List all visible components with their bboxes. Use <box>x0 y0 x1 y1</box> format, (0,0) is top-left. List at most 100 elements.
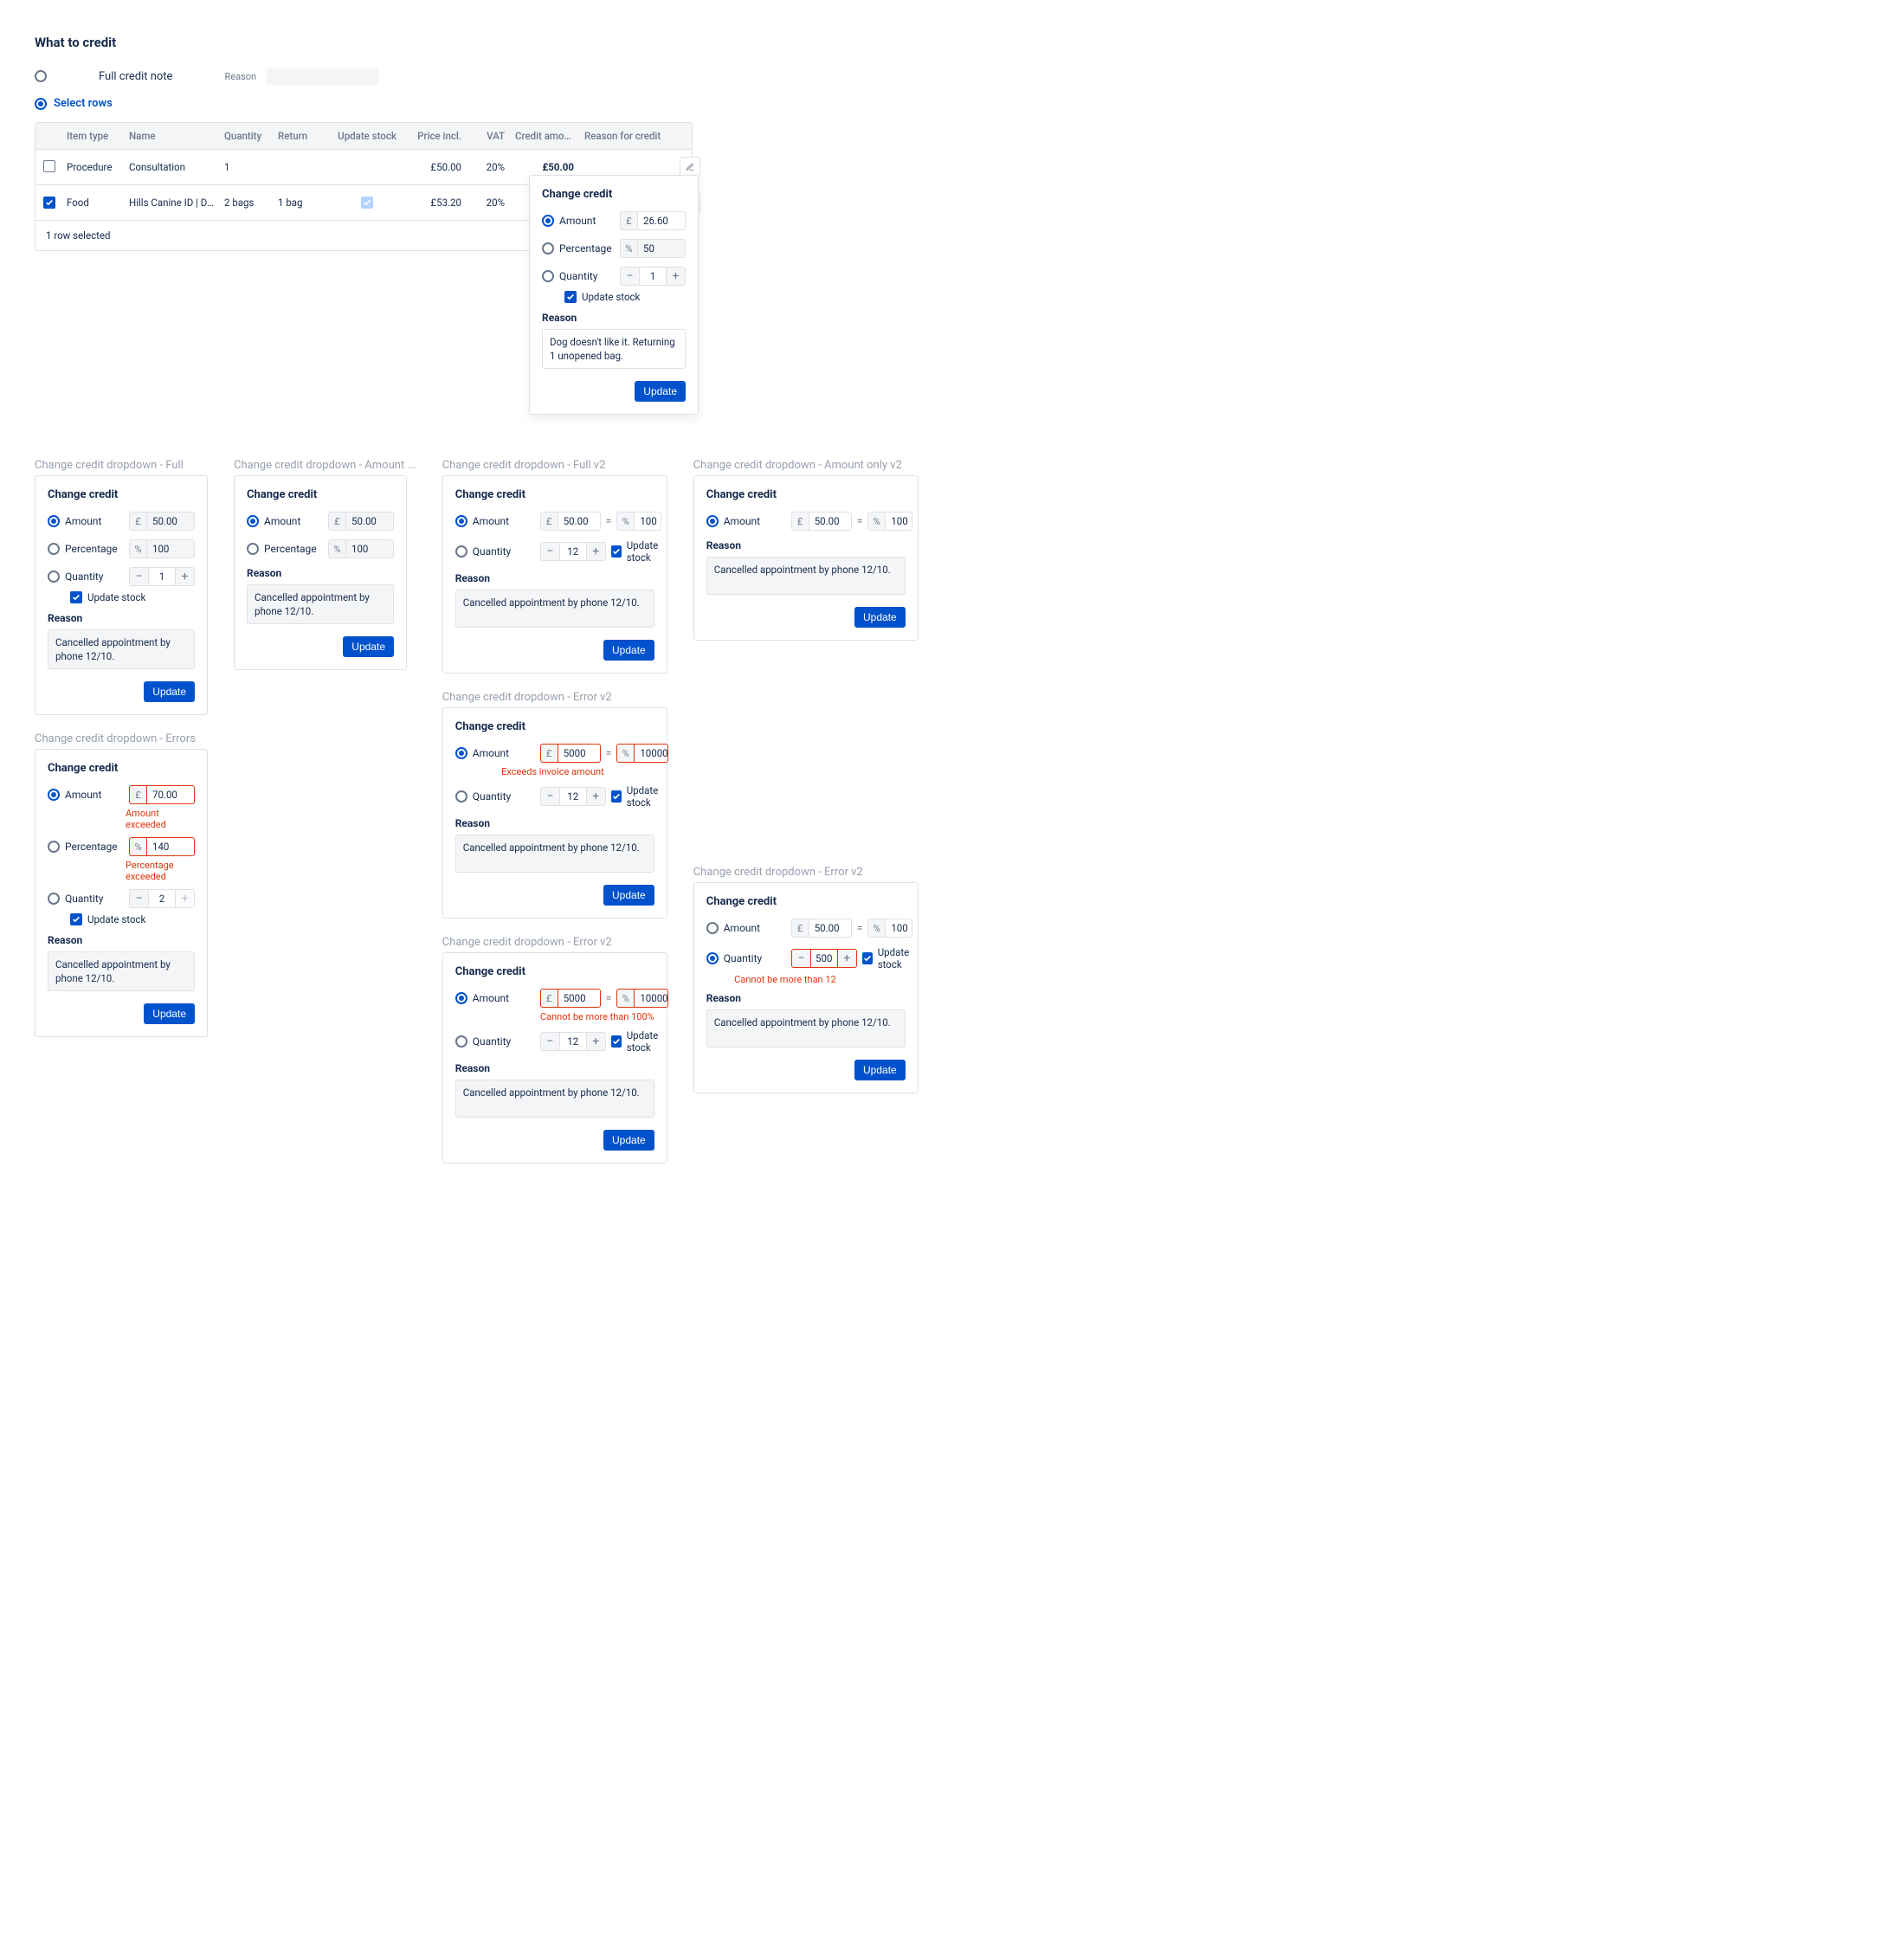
update-button[interactable]: Update <box>603 640 654 661</box>
amount-input[interactable]: 50.00 <box>809 512 852 531</box>
amount-input[interactable]: 50.00 <box>809 919 852 938</box>
amount-input[interactable]: 50.00 <box>345 512 394 531</box>
quantity-stepper[interactable]: −12+ <box>540 1032 606 1051</box>
percentage-input[interactable]: 50 <box>637 239 686 258</box>
amount-input[interactable]: 70.00 <box>146 785 195 804</box>
percentage-field[interactable]: %100 <box>328 539 394 558</box>
update-stock-checkbox[interactable] <box>611 1035 622 1048</box>
minus-button[interactable]: − <box>540 1032 559 1051</box>
amount-option[interactable]: Amount <box>48 515 101 527</box>
percentage-field[interactable]: %140 <box>129 837 195 856</box>
quantity-stepper[interactable]: − 1 + <box>620 267 686 286</box>
reason-textarea[interactable]: Cancelled appointment by phone 12/10. <box>455 1080 654 1118</box>
plus-button[interactable]: + <box>838 949 857 968</box>
amount-field[interactable]: £ 26.60 <box>620 211 686 230</box>
percentage-input[interactable]: 100 <box>345 539 394 558</box>
percentage-input[interactable]: 10000 <box>634 744 668 763</box>
row-checkbox[interactable] <box>43 160 55 172</box>
update-stock-checkbox[interactable] <box>70 913 82 925</box>
update-button[interactable]: Update <box>854 607 906 628</box>
quantity-stepper[interactable]: −1+ <box>129 567 195 586</box>
amount-input[interactable]: 50.00 <box>558 512 601 531</box>
quantity-stepper[interactable]: −12+ <box>540 787 606 806</box>
minus-button[interactable]: − <box>540 542 559 561</box>
update-button[interactable]: Update <box>635 381 686 402</box>
amount-option[interactable]: Amount <box>455 747 533 759</box>
amount-input[interactable]: 26.60 <box>637 211 686 230</box>
amount-field[interactable]: £5000 <box>540 744 601 763</box>
amount-input[interactable]: 50.00 <box>146 512 195 531</box>
percentage-option[interactable]: Percentage <box>48 543 118 555</box>
quantity-option[interactable]: Quantity <box>455 545 533 558</box>
reason-textarea[interactable]: Cancelled appointment by phone 12/10. <box>455 835 654 873</box>
quantity-option[interactable]: Quantity <box>48 571 103 583</box>
percentage-input[interactable]: 140 <box>146 837 195 856</box>
update-button[interactable]: Update <box>854 1060 906 1080</box>
amount-field[interactable]: £5000 <box>540 989 601 1008</box>
quantity-value[interactable]: 1 <box>148 567 176 586</box>
full-credit-option[interactable]: Full credit note Reason <box>35 68 727 85</box>
percentage-option[interactable]: Percentage <box>48 841 118 853</box>
plus-button[interactable]: + <box>176 567 195 586</box>
minus-button[interactable]: − <box>129 889 148 908</box>
quantity-option[interactable]: Quantity <box>455 790 533 803</box>
reason-textarea[interactable]: Cancelled appointment by phone 12/10. <box>455 590 654 628</box>
amount-option[interactable]: Amount <box>706 922 784 934</box>
quantity-value[interactable]: 12 <box>559 787 587 806</box>
percentage-field[interactable]: %100 <box>129 539 195 558</box>
quantity-value[interactable]: 2 <box>148 889 176 908</box>
percentage-field[interactable]: %10000 <box>616 989 668 1008</box>
quantity-value[interactable]: 12 <box>559 1032 587 1051</box>
percentage-field[interactable]: %100 <box>867 512 912 531</box>
plus-button[interactable]: + <box>667 267 686 286</box>
percentage-input[interactable]: 100 <box>634 512 661 531</box>
reason-textarea[interactable]: Dog doesn't like it. Returning 1 unopene… <box>542 329 686 369</box>
amount-field[interactable]: £50.00 <box>328 512 394 531</box>
quantity-option[interactable]: Quantity <box>706 952 784 964</box>
reason-textarea[interactable]: Cancelled appointment by phone 12/10. <box>706 557 906 595</box>
amount-field[interactable]: £50.00 <box>540 512 601 531</box>
amount-field[interactable]: £70.00 <box>129 785 195 804</box>
plus-button[interactable]: + <box>587 542 606 561</box>
amount-option[interactable]: Amount <box>455 515 533 527</box>
quantity-value[interactable]: 1 <box>639 267 667 286</box>
update-button[interactable]: Update <box>603 1130 654 1151</box>
plus-button[interactable]: + <box>587 1032 606 1051</box>
amount-option[interactable]: Amount <box>542 215 596 227</box>
update-button[interactable]: Update <box>144 681 195 702</box>
update-stock-checkbox[interactable] <box>862 952 873 964</box>
minus-button[interactable]: − <box>620 267 639 286</box>
percentage-input[interactable]: 10000 <box>634 989 668 1008</box>
quantity-option[interactable]: Quantity <box>542 270 597 282</box>
amount-option[interactable]: Amount <box>455 992 533 1004</box>
minus-button[interactable]: − <box>540 787 559 806</box>
reason-textarea[interactable]: Cancelled appointment by phone 12/10. <box>48 629 195 669</box>
update-button[interactable]: Update <box>144 1003 195 1024</box>
update-button[interactable]: Update <box>343 636 394 657</box>
amount-field[interactable]: £50.00 <box>129 512 195 531</box>
amount-input[interactable]: 5000 <box>558 989 601 1008</box>
amount-field[interactable]: £50.00 <box>791 512 852 531</box>
reason-textarea[interactable]: Cancelled appointment by phone 12/10. <box>48 951 195 991</box>
reason-textarea[interactable]: Cancelled appointment by phone 12/10. <box>247 584 394 624</box>
quantity-stepper[interactable]: −500+ <box>791 949 857 968</box>
percentage-input[interactable]: 100 <box>146 539 195 558</box>
quantity-stepper[interactable]: −12+ <box>540 542 606 561</box>
minus-button[interactable]: − <box>129 567 148 586</box>
amount-option[interactable]: Amount <box>48 789 101 801</box>
percentage-option[interactable]: Percentage <box>247 543 317 555</box>
percentage-input[interactable]: 100 <box>885 919 912 938</box>
update-stock-checkbox[interactable] <box>70 591 82 603</box>
row-checkbox[interactable] <box>43 197 55 209</box>
amount-option[interactable]: Amount <box>247 515 300 527</box>
percentage-field[interactable]: % 50 <box>620 239 686 258</box>
percentage-input[interactable]: 100 <box>885 512 912 531</box>
amount-field[interactable]: £50.00 <box>791 919 852 938</box>
quantity-stepper[interactable]: −2+ <box>129 889 195 908</box>
update-stock-checkbox[interactable] <box>611 545 622 558</box>
update-stock-checkbox[interactable] <box>564 291 577 303</box>
plus-button[interactable]: + <box>587 787 606 806</box>
plus-button[interactable]: + <box>176 889 195 908</box>
quantity-option[interactable]: Quantity <box>48 893 103 905</box>
percentage-field[interactable]: %10000 <box>616 744 668 763</box>
